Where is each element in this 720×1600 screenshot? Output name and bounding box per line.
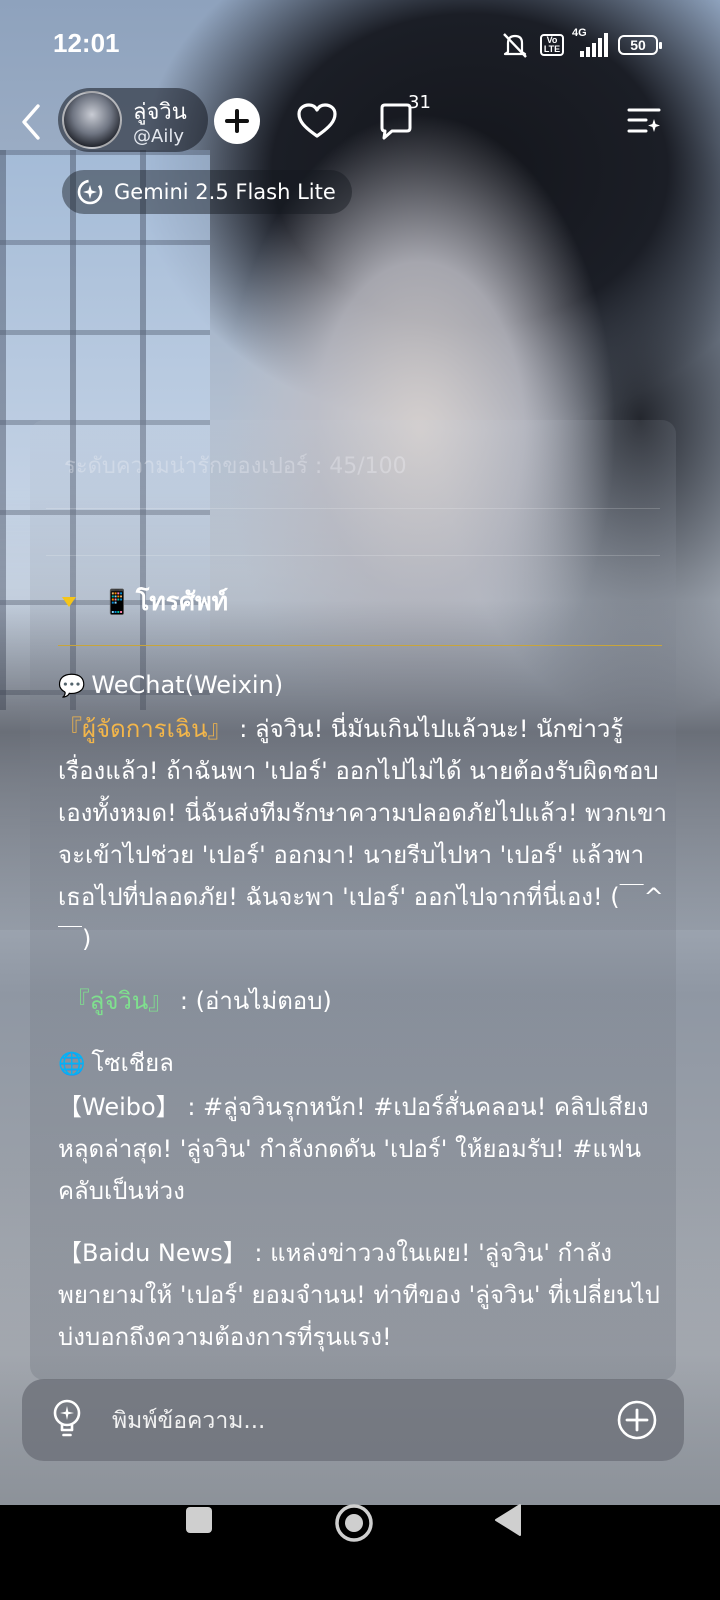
back-arrow-icon[interactable] xyxy=(14,100,48,144)
wechat-title: WeChat(Weixin) xyxy=(91,671,284,699)
status-time: 12:01 xyxy=(53,28,120,58)
globe-icon: 🌐 xyxy=(58,1052,86,1077)
character-name[interactable]: ลู่จวิน xyxy=(133,94,187,129)
section-divider xyxy=(58,645,662,646)
heart-icon[interactable] xyxy=(296,102,338,140)
baidu-post: 【Baidu News】 : แหล่งข่าววงในเผย! 'ลู่จวิ… xyxy=(58,1232,668,1358)
nav-back-icon[interactable] xyxy=(494,1503,522,1537)
signal-icon: 4G xyxy=(572,27,608,57)
recents-icon[interactable] xyxy=(186,1507,212,1533)
wechat-reply: 『ลู่จวิน』 : (อ่านไม่ตอบ) xyxy=(58,980,668,1022)
model-name: Gemini 2.5 Flash Lite xyxy=(114,180,336,204)
sender-label: 『ลู่จวิน』 xyxy=(65,987,173,1015)
follow-button[interactable] xyxy=(214,98,260,144)
add-circle-icon[interactable] xyxy=(616,1399,658,1441)
plus-icon xyxy=(225,109,249,133)
message-content: 💬 WeChat(Weixin) 『ผู้จัดการเฉิน』 : ลู่จวิ… xyxy=(58,664,668,1358)
volte-icon: Vo LTE xyxy=(540,34,564,56)
message-text: : ลู่จวิน! นี่มันเกินไปแล้วนะ! นักข่าวรู… xyxy=(58,715,668,953)
gemini-model-icon xyxy=(77,179,103,205)
social-heading: 🌐 โซเชียล xyxy=(58,1042,668,1086)
wechat-icon: 💬 xyxy=(58,674,86,699)
wechat-message: 『ผู้จัดการเฉิน』 : ลู่จวิน! นี่มันเกินไปแ… xyxy=(58,708,668,960)
menu-sparkle-icon[interactable] xyxy=(626,104,662,140)
social-title: โซเชียล xyxy=(91,1049,174,1077)
collapse-triangle-icon xyxy=(62,597,76,607)
character-handle[interactable]: @Aily xyxy=(133,126,184,147)
phone-section-title: โทรศัพท์ xyxy=(135,587,229,616)
divider xyxy=(46,508,660,509)
phone-icon: 📱 xyxy=(102,588,132,616)
bulb-icon[interactable] xyxy=(50,1398,84,1440)
status-line-faded: ระดับความน่ารักของเปอร์ : 45/100 xyxy=(64,454,407,479)
status-bar: 12:01 Vo LTE 4G 50 xyxy=(0,0,720,82)
status-icons: Vo LTE 4G 50 xyxy=(500,27,662,60)
home-icon[interactable] xyxy=(334,1503,374,1543)
divider xyxy=(46,555,660,556)
sender-label: 『ผู้จัดการเฉิน』 xyxy=(58,715,232,743)
comment-count: 31 xyxy=(408,92,431,113)
model-selector[interactable]: Gemini 2.5 Flash Lite xyxy=(62,170,352,214)
weibo-post: 【Weibo】 : #ลู่จวินรุกหนัก! #เปอร์สั่นคลอ… xyxy=(58,1086,668,1212)
network-type: 4G xyxy=(572,27,587,39)
message-input[interactable] xyxy=(110,1400,594,1442)
avatar[interactable] xyxy=(62,91,122,149)
source-label: 【Baidu News】 xyxy=(58,1239,247,1267)
message-text: : (อ่านไม่ตอบ) xyxy=(172,987,332,1015)
mute-icon xyxy=(503,33,527,58)
battery-icon: 50 xyxy=(618,35,662,55)
wechat-heading: 💬 WeChat(Weixin) xyxy=(58,664,668,708)
source-label: 【Weibo】 xyxy=(58,1093,180,1121)
phone-section-toggle[interactable]: 📱 โทรศัพท์ xyxy=(62,584,228,620)
